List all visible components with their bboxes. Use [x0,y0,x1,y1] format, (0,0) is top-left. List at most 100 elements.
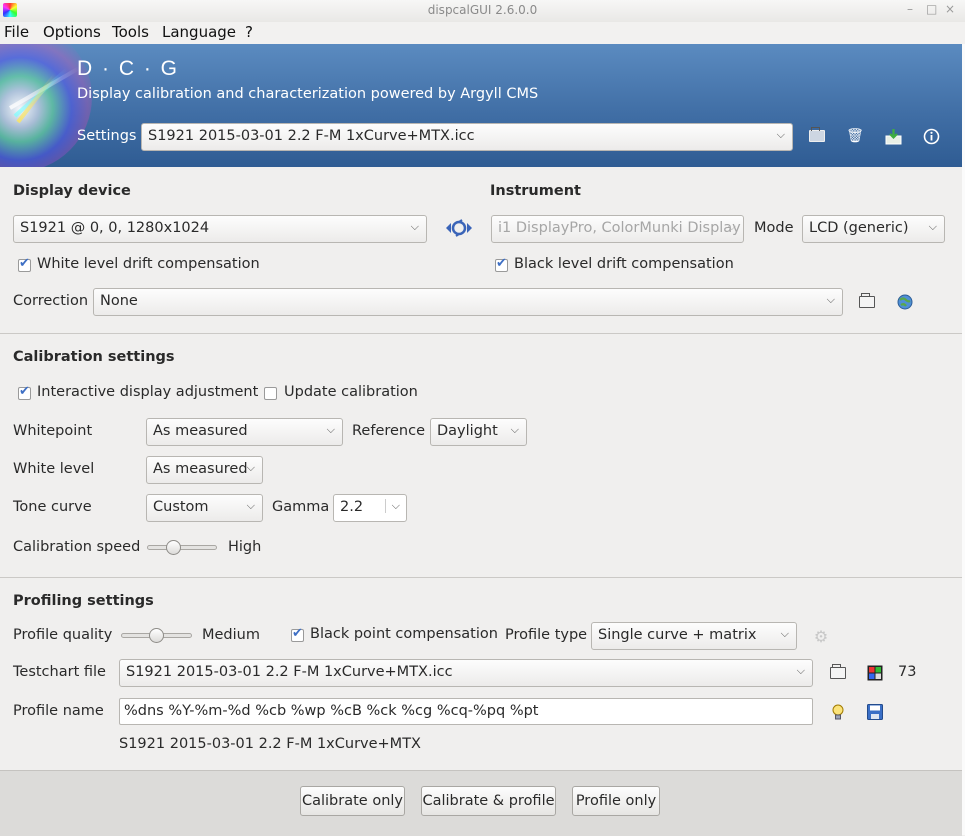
display-device-value: S1921 @ 0, 0, 1280x1024 [20,220,210,236]
chevron-down-icon: ⌵ [826,293,835,306]
save-icon[interactable] [866,703,884,721]
minimize-button[interactable]: – [907,2,913,16]
profile-quality-label: Profile quality [13,627,113,643]
mode-label: Mode [754,220,794,236]
correction-label: Correction [13,293,89,309]
calibration-speed-label: Calibration speed [13,539,141,555]
testchart-select[interactable]: S1921 2015-03-01 2.2 F-M 1xCurve+MTX.icc… [119,659,813,687]
chevron-down-icon: ⌵ [410,220,419,233]
section-divider [0,577,962,578]
profile-only-button[interactable]: Profile only [572,786,660,816]
update-calibration-label: Update calibration [284,384,418,400]
instrument-select[interactable]: i1 DisplayPro, ColorMunki Display ⌵ [491,215,744,243]
calibration-title: Calibration settings [13,349,175,365]
black-point-compensation-label: Black point compensation [310,626,498,642]
profile-type-select[interactable]: Single curve + matrix ⌵ [591,622,797,650]
patch-count: 73 [898,664,917,680]
menu-tools[interactable]: Tools [112,23,149,41]
settings-select[interactable]: S1921 2015-03-01 2.2 F-M 1xCurve+MTX.icc… [141,123,793,151]
lightbulb-icon[interactable] [829,703,847,721]
white-level-select[interactable]: As measured ⌵ [146,456,263,484]
whitepoint-value: As measured [153,423,248,439]
profile-type-label: Profile type [505,627,588,643]
instrument-value: i1 DisplayPro, ColorMunki Display [498,220,741,236]
profile-name-input[interactable]: %dns %Y-%m-%d %cb %wp %cB %ck %cg %cq-%p… [119,698,813,725]
white-level-label: White level [13,461,95,477]
reference-select[interactable]: Daylight ⌵ [430,418,527,446]
update-calibration-checkbox[interactable] [264,387,277,400]
profile-quality-value: Medium [202,627,260,643]
testchart-label: Testchart file [13,664,106,680]
mode-value: LCD (generic) [809,220,909,236]
chevron-down-icon: ⌵ [780,627,789,640]
chevron-down-icon: ⌵ [246,461,255,474]
whitepoint-select[interactable]: As measured ⌵ [146,418,343,446]
chevron-down-icon: ⌵ [246,499,255,512]
testchart-value: S1921 2015-03-01 2.2 F-M 1xCurve+MTX.icc [126,664,453,680]
tone-curve-label: Tone curve [13,499,92,515]
chevron-down-icon: ⌵ [796,664,805,677]
correction-value: None [100,293,138,309]
window-title: dispcalGUI 2.6.0.0 [427,3,538,17]
instrument-title: Instrument [490,183,581,199]
detect-displays-icon[interactable] [444,219,474,237]
white-drift-label: White level drift compensation [37,256,260,272]
folder-icon[interactable] [829,664,847,682]
reference-value: Daylight [437,423,498,439]
settings-label: Settings [77,128,137,144]
info-icon[interactable] [922,127,940,145]
tone-curve-value: Custom [153,499,209,515]
correction-select[interactable]: None ⌵ [93,288,843,316]
tone-curve-select[interactable]: Custom ⌵ [146,494,263,522]
install-icon[interactable] [884,127,902,145]
mode-select[interactable]: LCD (generic) ⌵ [802,215,945,243]
interactive-adjustment-checkbox[interactable] [18,384,31,400]
delete-icon[interactable]: 🗑 [846,127,864,145]
section-divider [0,333,962,334]
white-drift-checkbox[interactable] [18,256,31,272]
folder-icon[interactable] [858,293,876,311]
title-bar: dispcalGUI 2.6.0.0 – □ × [0,0,965,22]
gamma-value: 2.2 [340,499,364,515]
globe-icon[interactable] [896,293,914,311]
close-button[interactable]: × [945,2,955,16]
chevron-down-icon: ⌵ [727,220,736,233]
chevron-down-icon: ⌵ [510,423,519,436]
profile-name-preview: S1921 2015-03-01 2.2 F-M 1xCurve+MTX [119,736,421,752]
maximize-button[interactable]: □ [926,2,937,16]
settings-value: S1921 2015-03-01 2.2 F-M 1xCurve+MTX.icc [148,128,475,144]
menu-options[interactable]: Options [43,23,101,41]
display-device-select[interactable]: S1921 @ 0, 0, 1280x1024 ⌵ [13,215,427,243]
menu-help[interactable]: ? [245,23,253,41]
menu-file[interactable]: File [4,23,29,41]
black-drift-checkbox[interactable] [495,256,508,272]
calibration-speed-handle[interactable] [166,540,182,555]
calibration-speed-slider[interactable] [147,545,217,550]
gamma-combo[interactable]: 2.2 ⌵ [333,494,407,522]
chevron-down-icon: ⌵ [326,423,335,436]
profile-name-label: Profile name [13,703,104,719]
folder-icon[interactable] [808,127,826,145]
display-device-title: Display device [13,183,131,199]
gamma-label: Gamma [272,499,330,515]
calibrate-only-button[interactable]: Calibrate only [300,786,405,816]
testchart-editor-icon[interactable] [866,664,884,682]
logo-text: D · C · G [77,57,179,80]
interactive-adjustment-label: Interactive display adjustment [37,384,259,400]
calibration-speed-value: High [228,539,262,555]
calibrate-and-profile-button[interactable]: Calibrate & profile [421,786,556,816]
chevron-down-icon: ⌵ [384,499,400,513]
profile-type-value: Single curve + matrix [598,627,757,643]
profile-quality-handle[interactable] [149,628,164,643]
black-point-compensation-checkbox[interactable] [291,626,304,642]
gear-icon[interactable]: ⚙ [812,627,830,646]
chevron-down-icon: ⌵ [928,220,937,233]
reference-label: Reference [352,423,426,439]
black-drift-label: Black level drift compensation [514,256,734,272]
whitepoint-label: Whitepoint [13,423,93,439]
menu-language[interactable]: Language [162,23,236,41]
banner-subtitle: Display calibration and characterization… [77,86,539,102]
profiling-title: Profiling settings [13,593,154,609]
chevron-down-icon: ⌵ [776,128,785,141]
white-level-value: As measured [153,461,248,477]
